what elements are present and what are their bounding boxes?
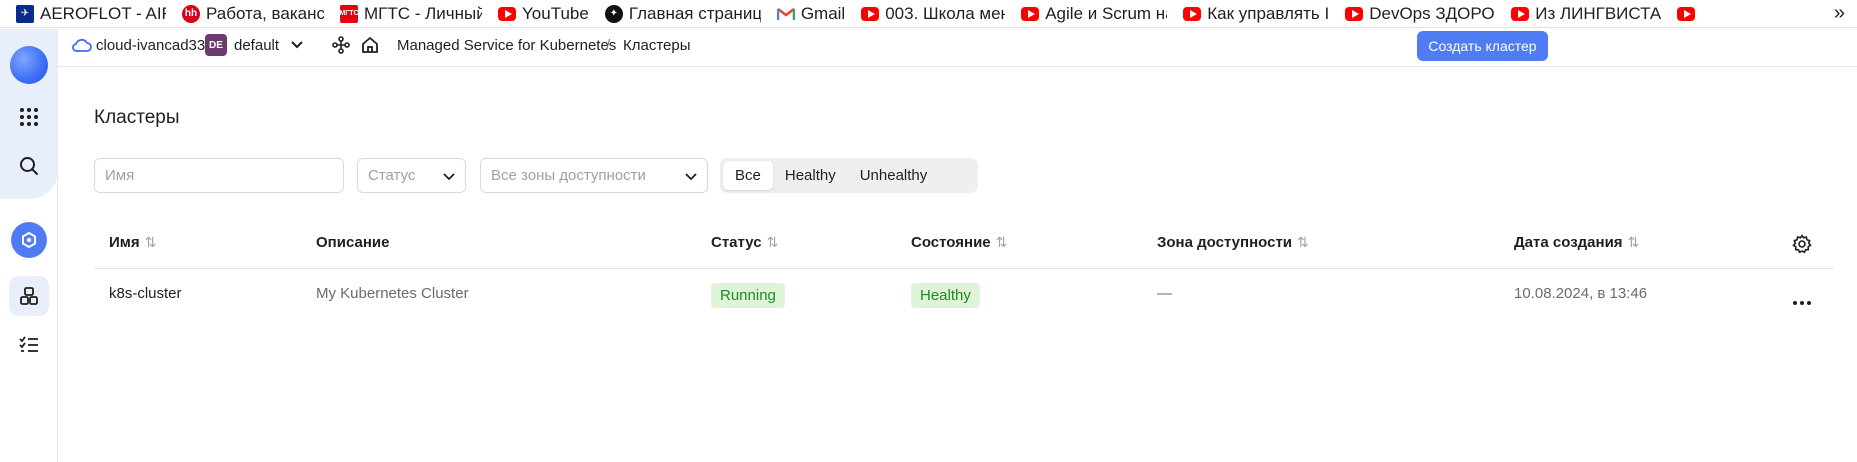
- column-header-zone[interactable]: Зона доступности ⇅: [1157, 234, 1309, 251]
- column-header-label: Состояние: [911, 234, 991, 251]
- yandex-cloud-logo-icon[interactable]: [10, 46, 48, 84]
- more-bookmarks-button[interactable]: »: [1834, 2, 1845, 25]
- breadcrumb-service[interactable]: Managed Service for Kubernetes: [397, 37, 616, 54]
- status-filter-placeholder: Статус: [368, 167, 416, 184]
- folder-name[interactable]: default: [234, 37, 279, 54]
- gmail-icon: [776, 4, 795, 23]
- segment-all[interactable]: Все: [723, 161, 773, 190]
- left-rail: [0, 29, 58, 462]
- bookmark-youtube-extra[interactable]: [1677, 0, 1701, 27]
- circle-logo-icon: ✦: [604, 4, 623, 23]
- name-filter-input[interactable]: Имя: [94, 158, 344, 193]
- cluster-description-cell: My Kubernetes Cluster: [316, 285, 469, 302]
- name-filter-placeholder: Имя: [105, 167, 135, 184]
- youtube-icon: [498, 5, 516, 23]
- column-header-label: Дата создания: [1514, 234, 1623, 251]
- youtube-icon: [1021, 5, 1040, 23]
- youtube-icon: [861, 5, 880, 23]
- sort-icon: ⇅: [1297, 234, 1309, 250]
- bookmark-hh[interactable]: hh Работа, вакансии,: [182, 0, 324, 27]
- hh-icon: hh: [182, 4, 200, 23]
- bookmark-youtube[interactable]: YouTube: [498, 0, 589, 27]
- status-badge: Running: [711, 283, 785, 308]
- zones-filter-placeholder: Все зоны доступности: [491, 167, 646, 184]
- cloud-name[interactable]: cloud-ivancad33: [96, 37, 205, 54]
- youtube-icon: [1345, 5, 1364, 23]
- sort-icon: ⇅: [995, 234, 1008, 250]
- home-icon[interactable]: [361, 36, 379, 59]
- column-header-label: Статус: [711, 234, 762, 251]
- top-header: cloud-ivancad33 DE default Managed Servi…: [58, 29, 1857, 67]
- column-header-label: Зона доступности: [1157, 234, 1293, 251]
- column-header-description: Описание: [316, 234, 389, 251]
- youtube-icon: [1183, 5, 1202, 23]
- segment-healthy[interactable]: Healthy: [773, 161, 848, 190]
- bookmark-aeroflot[interactable]: ✈ AEROFLOT - AIRB: [16, 0, 166, 27]
- health-badge: Healthy: [911, 283, 980, 308]
- column-header-label: Описание: [316, 234, 390, 251]
- bookmark-mgts[interactable]: МГТС МГТС - Личный ка: [339, 0, 482, 27]
- apps-grid-icon[interactable]: [9, 97, 49, 137]
- clusters-nav-icon[interactable]: [9, 276, 49, 316]
- column-header-label: Имя: [109, 234, 140, 251]
- bookmark-school[interactable]: 003. Школа менед: [861, 0, 1005, 27]
- chevron-down-icon: [442, 169, 456, 187]
- youtube-icon: [1511, 5, 1530, 23]
- breadcrumb-current: Кластеры: [623, 37, 691, 54]
- youtube-icon: [1677, 5, 1696, 23]
- column-header-status[interactable]: Статус ⇅: [711, 234, 778, 251]
- sort-icon: ⇅: [766, 234, 779, 250]
- bookmark-gmail[interactable]: Gmail: [776, 0, 845, 27]
- chevron-down-icon: [684, 169, 698, 187]
- folder-avatar: DE: [205, 34, 227, 56]
- bookmark-it-management[interactable]: Как управлять IT-: [1183, 0, 1329, 27]
- table-settings-gear-icon[interactable]: [1792, 234, 1812, 259]
- table-header-divider: [94, 268, 1834, 269]
- cluster-name-cell[interactable]: k8s-cluster: [109, 285, 182, 302]
- column-header-created[interactable]: Дата создания ⇅: [1514, 234, 1639, 251]
- create-cluster-button[interactable]: Создать кластер: [1417, 31, 1548, 61]
- column-header-health[interactable]: Состояние ⇅: [911, 234, 1007, 251]
- cloud-icon: [72, 38, 92, 57]
- bookmarks-bar: ✈ AEROFLOT - AIRB hh Работа, вакансии, М…: [0, 0, 1857, 28]
- created-date-cell: 10.08.2024, в 13:46: [1514, 285, 1648, 302]
- kubernetes-service-icon[interactable]: [11, 222, 47, 258]
- bookmark-linguist[interactable]: Из ЛИНГВИСТА в: [1511, 0, 1661, 27]
- bookmark-agile[interactable]: Agile и Scrum на п: [1021, 0, 1167, 27]
- breadcrumb-separator: /: [606, 37, 611, 54]
- services-graph-icon[interactable]: [332, 36, 350, 59]
- zones-filter-select[interactable]: Все зоны доступности: [480, 158, 708, 193]
- sort-icon: ⇅: [144, 234, 157, 250]
- mgts-icon: МГТС: [339, 4, 359, 23]
- status-filter-select[interactable]: Статус: [357, 158, 466, 193]
- aeroflot-icon: ✈: [16, 4, 34, 23]
- bookmark-main-page[interactable]: ✦ Главная страница: [604, 0, 761, 27]
- segment-unhealthy[interactable]: Unhealthy: [848, 161, 940, 190]
- sort-icon: ⇅: [1627, 234, 1640, 250]
- page-title: Кластеры: [94, 107, 180, 128]
- search-icon[interactable]: [9, 146, 49, 186]
- folder-chevron-down-icon[interactable]: [290, 37, 304, 56]
- zone-cell: —: [1157, 285, 1172, 302]
- column-header-name[interactable]: Имя ⇅: [109, 234, 156, 251]
- row-actions-more-icon[interactable]: [1792, 293, 1812, 311]
- health-segmented-control: Все Healthy Unhealthy: [720, 158, 978, 193]
- bookmark-devops[interactable]: DevOps ЗДОРОВО: [1345, 0, 1495, 27]
- operations-list-icon[interactable]: [9, 325, 49, 365]
